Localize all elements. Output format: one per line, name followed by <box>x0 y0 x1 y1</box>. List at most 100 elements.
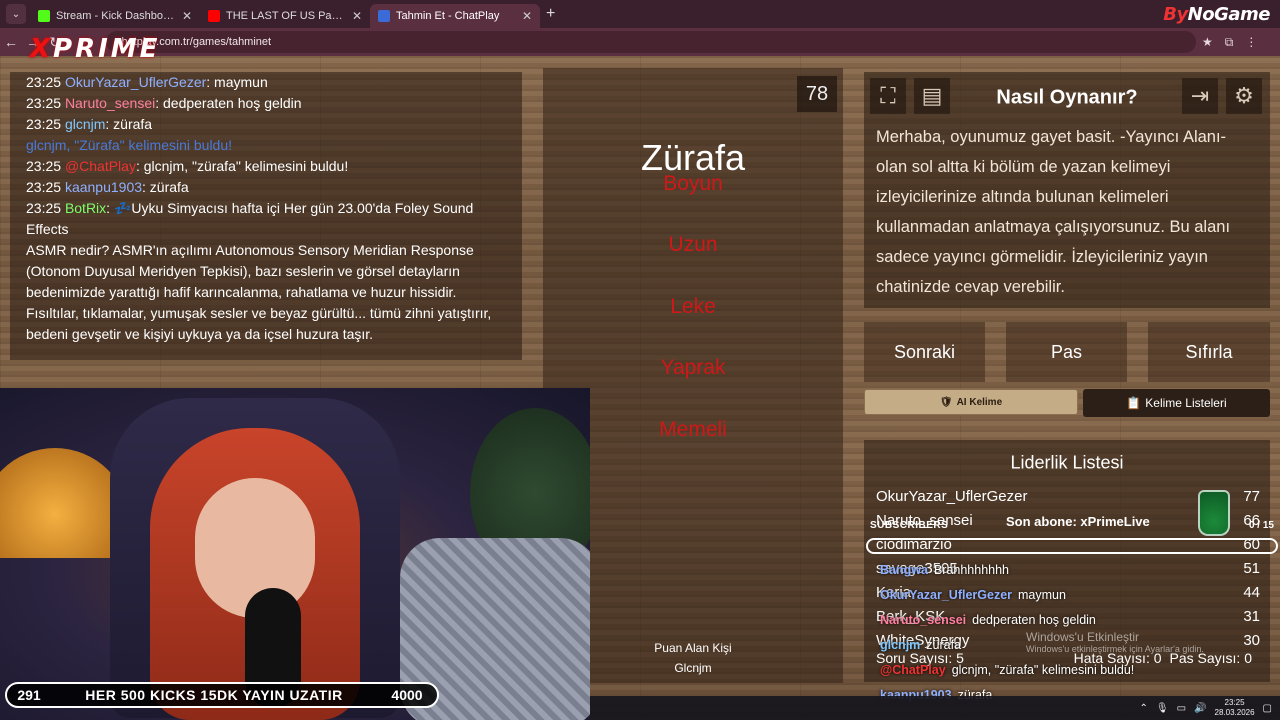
player-score: 77 <box>1243 487 1260 505</box>
tab-chatplay[interactable]: Tahmin Et - ChatPlay ✕ <box>370 4 540 28</box>
reset-button[interactable]: Sıfırla <box>1148 322 1270 382</box>
pass-button[interactable]: Pas <box>1006 322 1127 382</box>
tab-search-button[interactable]: ⌄ <box>6 4 26 24</box>
chat-text: : maymun <box>206 74 268 90</box>
taboo-word: Uzun <box>668 233 718 256</box>
overlay-chat-user: Naruto_sensei <box>880 613 967 627</box>
subscriber-count: 0 / 15 <box>1248 520 1274 531</box>
next-button[interactable]: Sonraki <box>864 322 985 382</box>
chat-user[interactable]: BotRix <box>65 200 106 216</box>
overlay-chat-user: OkurYazar_UflerGezer <box>880 588 1013 602</box>
overlay-chat-user: Bangwa <box>880 563 928 577</box>
kick-icon <box>38 10 50 22</box>
clock[interactable]: 23:25 28.03.2026 <box>1215 698 1255 718</box>
player-score: 51 <box>1243 559 1260 577</box>
chat-message: 23:25 glcnjm: zürafa <box>26 114 506 135</box>
chat-user[interactable]: Naruto_sensei <box>65 95 155 111</box>
overlay-chat-message: OkurYazar_UflerGezer maymun <box>880 583 1180 608</box>
back-icon[interactable]: ← <box>0 34 22 50</box>
taboo-word: Leke <box>670 295 716 318</box>
chat-time: 23:25 <box>26 200 62 216</box>
tab-label: THE LAST OF US Part II Am <box>226 10 346 22</box>
word-lists-button[interactable]: 📋 Kelime Listeleri <box>1083 389 1270 417</box>
chat-text: : glcnjm, "zürafa" kelimesini buldu! <box>135 158 349 174</box>
player-score: 44 <box>1243 583 1260 601</box>
close-icon[interactable]: ✕ <box>522 9 532 23</box>
chat-message: 23:25 @ChatPlay: glcnjm, "zürafa" kelime… <box>26 156 506 177</box>
taboo-word: Yaprak <box>660 356 726 379</box>
how-to-play-title: Nasıl Oynanır? <box>996 86 1138 109</box>
address-bar-row: ← → ↻ chatplay.com.tr/games/tahminet ★ ⧉… <box>0 28 1280 56</box>
logo-rest: PRIME <box>53 34 161 64</box>
tray-up-icon[interactable]: ⌃ <box>1140 703 1148 714</box>
overlay-chat-text: glcnjm, "zürafa" kelimesini buldu! <box>951 663 1135 677</box>
new-tab-icon[interactable]: + <box>546 5 555 23</box>
overlay-chat-text: zürafa <box>926 638 962 652</box>
chat-panel: 23:25 OkurYazar_UflerGezer: maymun 23:25 … <box>10 72 522 360</box>
overlay-chat-message: Bangwa Brahhhhhhhh <box>880 558 1180 583</box>
kick-target: 4000 <box>391 687 423 703</box>
activate-title: Windows'u Etkinleştir <box>1026 630 1139 644</box>
player-score: 31 <box>1243 607 1260 625</box>
chat-time: 23:25 <box>26 95 62 111</box>
clock-time: 23:25 <box>1224 698 1245 707</box>
xprime-logo: XPRIME <box>30 34 160 64</box>
chat-user[interactable]: OkurYazar_UflerGezer <box>65 74 206 90</box>
overlay-chat-user: glcnjm <box>880 638 921 652</box>
tab-kick-dashboard[interactable]: Stream - Kick Dashboard ✕ <box>30 4 200 28</box>
player-score: 30 <box>1243 631 1260 649</box>
url-field[interactable]: chatplay.com.tr/games/tahminet <box>106 31 1196 53</box>
clock-date: 28.03.2026 <box>1214 708 1255 717</box>
chat-text: ASMR nedir? ASMR'ın açılımı Autonomous S… <box>26 242 492 342</box>
menu-icon[interactable]: ⋮ <box>1245 35 1257 49</box>
mic-tray-icon[interactable]: 🎙 <box>1156 703 1169 714</box>
star-icon[interactable]: ★ <box>1202 35 1213 49</box>
robot-icon: 🛡 <box>939 396 953 408</box>
chat-text: : zürafa <box>142 179 189 195</box>
chat-user[interactable]: glcnjm, "Zürafa" kelimesini buldu! <box>26 137 232 153</box>
chat-text: : zürafa <box>105 116 153 132</box>
ai-word-button[interactable]: 🛡 AI Kelime <box>864 389 1078 415</box>
windows-activate-watermark: Windows'u Etkinleştir Windows'u etkinleş… <box>1026 630 1204 654</box>
chat-message: ASMR nedir? ASMR'ın açılımı Autonomous S… <box>26 240 506 345</box>
kick-current: 291 <box>17 687 41 703</box>
subscriber-progress-bar <box>866 538 1278 554</box>
notification-icon[interactable]: ▢ <box>1263 703 1272 714</box>
kick-goal-text: HER 500 KICKS 15DK YAYIN UZATIR <box>85 687 343 703</box>
volume-icon[interactable]: 🔊 <box>1194 703 1206 714</box>
taskbar: ⌃ 🎙 ▭ 🔊 23:25 28.03.2026 ▢ <box>590 696 1280 720</box>
chat-message: 23:25 BotRix: 💤Uyku Simyacısı hafta içi … <box>26 198 506 240</box>
taboo-word: Boyun <box>663 172 723 195</box>
chat-message: 23:25 OkurYazar_UflerGezer: maymun <box>26 72 506 93</box>
youtube-icon <box>208 10 220 22</box>
sub-jar-icon <box>1198 490 1230 536</box>
player-name: OkurYazar_UflerGezer <box>876 487 1028 505</box>
overlay-chat-text: maymun <box>1018 588 1066 602</box>
chat-time: 23:25 <box>26 74 62 90</box>
brand-prefix: By <box>1163 4 1188 25</box>
last-subscriber: Son abone: xPrimeLive <box>1006 514 1150 529</box>
chat-user[interactable]: glcnjm <box>65 116 105 132</box>
close-icon[interactable]: ✕ <box>182 9 192 23</box>
leaderboard-title: Liderlik Listesi <box>1010 452 1124 473</box>
chat-time: 23:25 <box>26 158 62 174</box>
close-icon[interactable]: ✕ <box>352 9 362 23</box>
kick-goal-bar: 291 HER 500 KICKS 15DK YAYIN UZATIR 4000 <box>5 682 439 708</box>
overlay-chat-text: Brahhhhhhhh <box>933 563 1010 577</box>
chat-message: glcnjm, "Zürafa" kelimesini buldu! <box>26 135 506 156</box>
clipboard-icon: 📋 <box>1126 396 1142 410</box>
activate-sub: Windows'u etkinleştirmek için Ayarlar'a … <box>1026 644 1204 654</box>
tab-youtube[interactable]: THE LAST OF US Part II Am ✕ <box>200 4 370 28</box>
chat-time: 23:25 <box>26 179 62 195</box>
overlay-chat-user: @ChatPlay <box>880 663 946 677</box>
chatplay-icon <box>378 10 390 22</box>
network-icon[interactable]: ▭ <box>1177 703 1186 714</box>
chat-user[interactable]: @ChatPlay <box>65 158 136 174</box>
chat-user[interactable]: kaanpu1903 <box>65 179 142 195</box>
ai-word-label: AI Kelime <box>956 396 1003 408</box>
how-to-play-panel: ⛶ ▤ ⇥ ⚙ Nasıl Oynanır? Merhaba, oyunumuz… <box>864 72 1270 308</box>
word-lists-label: Kelime Listeleri <box>1145 396 1227 410</box>
logo-x: X <box>30 34 54 64</box>
extensions-icon[interactable]: ⧉ <box>1225 35 1234 50</box>
bynogame-logo: ByNoGame <box>1163 4 1270 25</box>
